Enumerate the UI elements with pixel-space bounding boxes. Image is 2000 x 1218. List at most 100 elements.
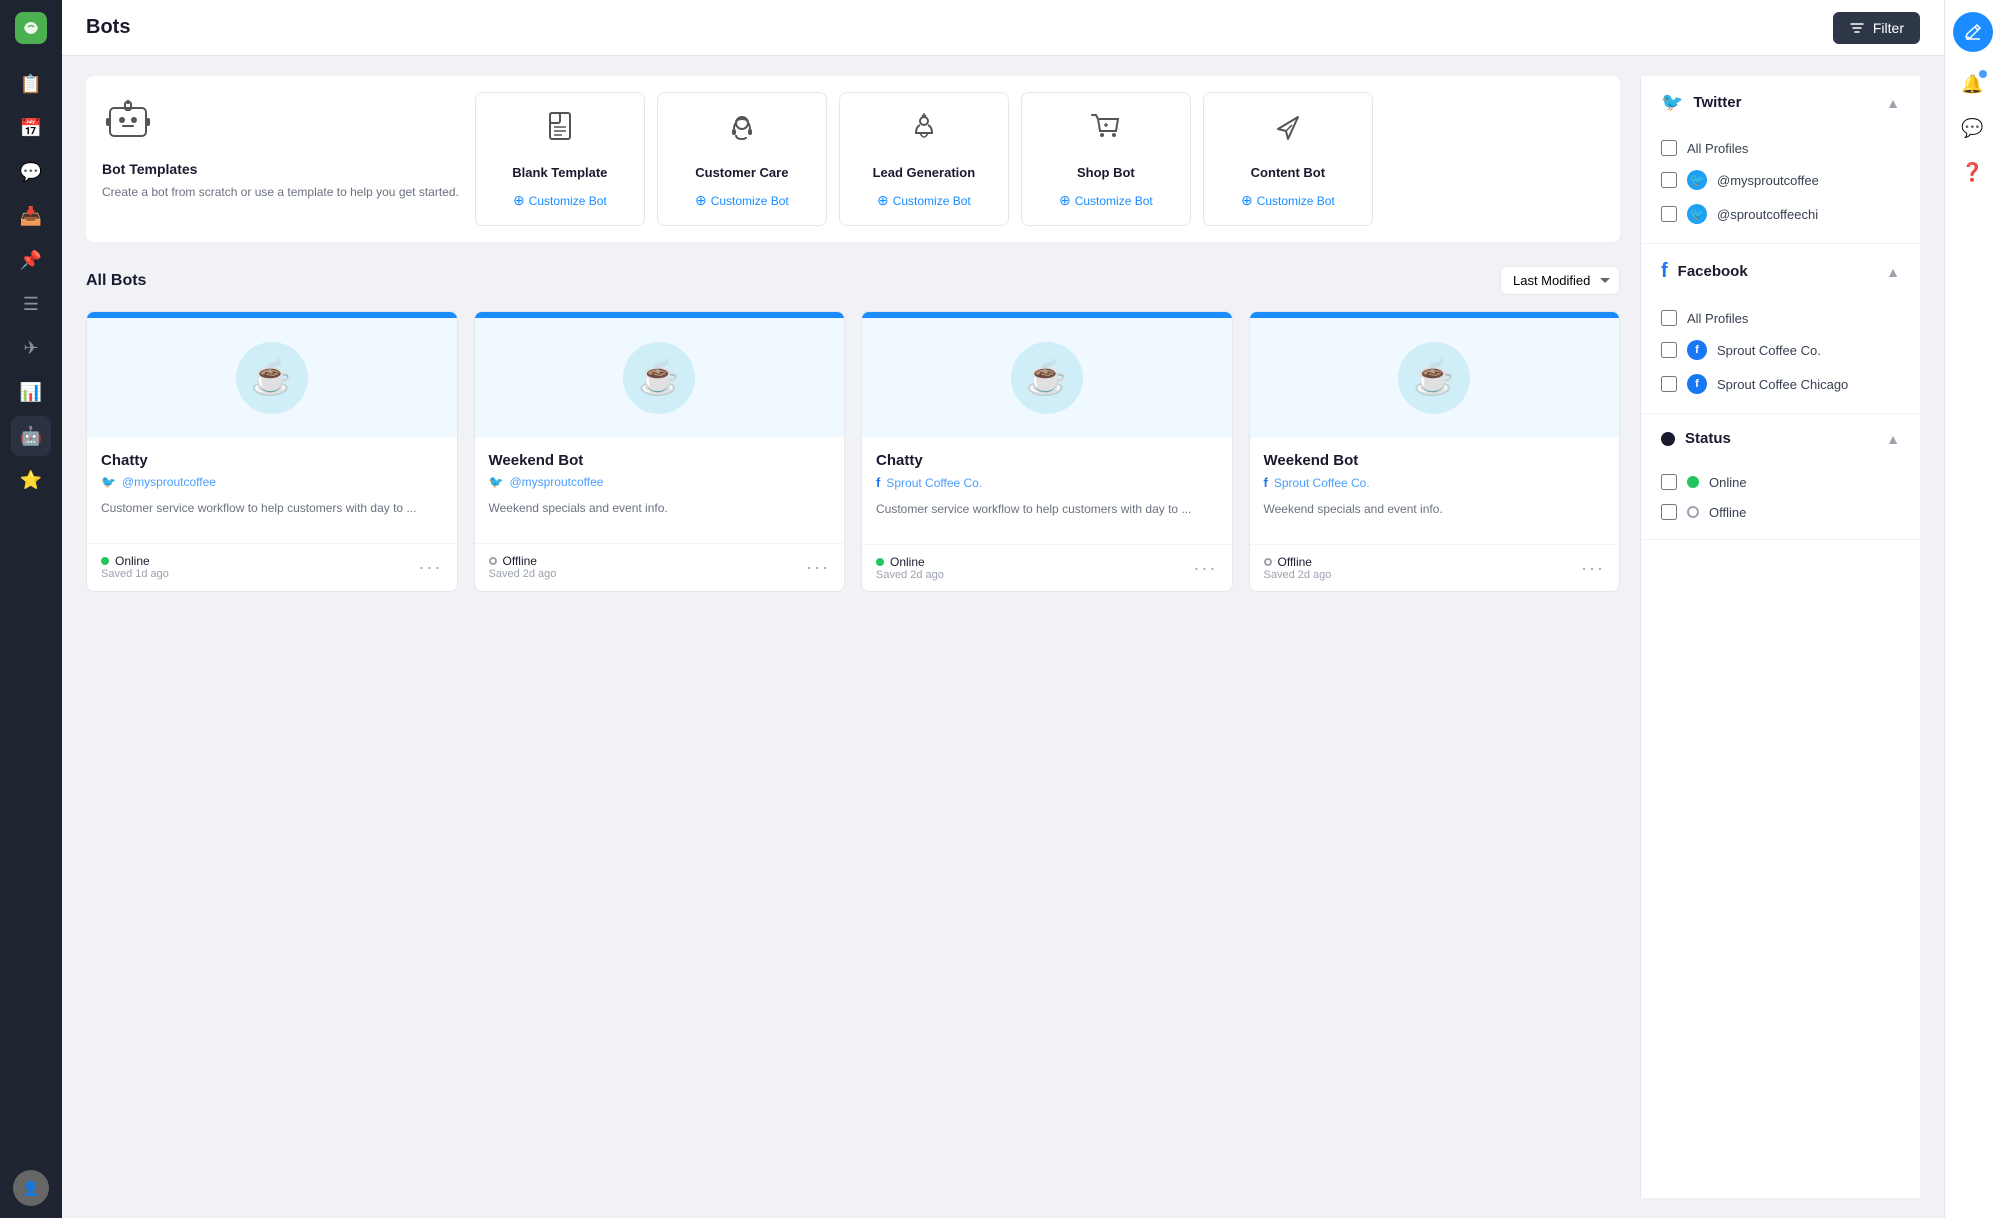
filter-facebook-all-checkbox[interactable] (1661, 310, 1677, 326)
bot-status: Offline (489, 554, 557, 568)
customer-care-customize-btn[interactable]: ⊕ Customize Bot (695, 192, 789, 209)
notification-badge (1979, 70, 1987, 78)
left-sidebar: 📋 📅 💬 📥 📌 ☰ ✈ 📊 🤖 ⭐ 👤 (0, 0, 62, 1218)
page-title: Bots (86, 16, 130, 39)
chevron-up-icon: ▲ (1886, 95, 1900, 111)
bot-card-body: Weekend Bot f Sprout Coffee Co. Weekend … (1250, 438, 1620, 544)
content-icon (1270, 109, 1306, 153)
templates-section: Bot Templates Create a bot from scratch … (86, 76, 1620, 242)
status-circle-icon (1661, 432, 1675, 446)
bot-saved-time: Saved 2d ago (876, 569, 944, 581)
template-lead-gen[interactable]: Lead Generation ⊕ Customize Bot (839, 92, 1009, 226)
nav-tasks[interactable]: 📋 (11, 64, 51, 104)
sort-select[interactable]: Last Modified Name Status Date Created (1500, 266, 1620, 295)
filter-status-offline-checkbox[interactable] (1661, 504, 1677, 520)
bots-grid: ☕ Chatty 🐦 @mysproutcoffee Customer serv… (86, 311, 1620, 592)
page-header: Bots Filter (62, 0, 1944, 56)
coffee-cup-icon: ☕ (1011, 342, 1083, 414)
shop-bot-customize-btn[interactable]: ⊕ Customize Bot (1059, 192, 1153, 209)
filter-twitter-header[interactable]: 🐦 Twitter ▲ (1641, 76, 1920, 129)
filter-twitter-items: All Profiles 🐦 @mysproutcoffee 🐦 @sprout… (1641, 129, 1920, 243)
twitter-bird-icon: 🐦 (1661, 92, 1683, 113)
filter-twitter-profile-2[interactable]: 🐦 @sproutcoffeechi (1661, 197, 1900, 231)
lead-gen-customize-btn[interactable]: ⊕ Customize Bot (877, 192, 971, 209)
nav-bots[interactable]: 🤖 (11, 416, 51, 456)
filter-twitter-profile-1[interactable]: 🐦 @mysproutcoffee (1661, 163, 1900, 197)
bot-templates-icon (102, 92, 459, 153)
twitter-icon: 🐦 (101, 475, 116, 489)
compose-button[interactable] (1953, 12, 1993, 52)
bot-card-body: Chatty 🐦 @mysproutcoffee Customer servic… (87, 438, 457, 543)
user-avatar[interactable]: 👤 (13, 1170, 49, 1206)
filter-twitter-all-checkbox[interactable] (1661, 140, 1677, 156)
lead-gen-name: Lead Generation (873, 165, 976, 180)
bot-card-image: ☕ (862, 318, 1232, 438)
template-shop-bot[interactable]: Shop Bot ⊕ Customize Bot (1021, 92, 1191, 226)
blank-template-name: Blank Template (512, 165, 607, 180)
filter-facebook-header[interactable]: f Facebook ▲ (1641, 244, 1920, 299)
filter-twitter-all[interactable]: All Profiles (1661, 133, 1900, 163)
notifications-button[interactable]: 🔔 (1953, 64, 1993, 104)
nav-messages[interactable]: 💬 (11, 152, 51, 192)
status-offline-dot (1264, 558, 1272, 566)
bot-menu-button[interactable]: ··· (419, 557, 443, 578)
lead-gen-icon (906, 109, 942, 153)
online-indicator-icon (1687, 476, 1699, 488)
bot-card-body: Weekend Bot 🐦 @mysproutcoffee Weekend sp… (475, 438, 845, 543)
bot-templates-desc: Create a bot from scratch or use a templ… (102, 183, 459, 201)
template-content[interactable]: Content Bot ⊕ Customize Bot (1203, 92, 1373, 226)
bot-card-image: ☕ (475, 318, 845, 438)
filter-facebook-section: f Facebook ▲ All Profiles f Sprout Coffe… (1641, 244, 1920, 414)
chat-button[interactable]: 💬 (1953, 108, 1993, 148)
twitter-icon: 🐦 (489, 475, 504, 489)
filter-button[interactable]: Filter (1833, 12, 1920, 44)
filter-facebook-profile-1-checkbox[interactable] (1661, 342, 1677, 358)
all-bots-section: All Bots Last Modified Name Status Date … (86, 266, 1620, 592)
filter-twitter-profile-2-checkbox[interactable] (1661, 206, 1677, 222)
logo[interactable] (15, 12, 47, 44)
nav-menu[interactable]: ☰ (11, 284, 51, 324)
template-blank[interactable]: Blank Template ⊕ Customize Bot (475, 92, 645, 226)
filter-status-header[interactable]: Status ▲ (1641, 414, 1920, 463)
filter-status-online[interactable]: Online (1661, 467, 1900, 497)
templates-scroll: Bot Templates Create a bot from scratch … (102, 92, 1604, 226)
filter-facebook-profile-2[interactable]: f Sprout Coffee Chicago (1661, 367, 1900, 401)
offline-indicator-icon (1687, 506, 1699, 518)
nav-calendar[interactable]: 📅 (11, 108, 51, 148)
bot-menu-button[interactable]: ··· (806, 557, 830, 578)
blank-customize-btn[interactable]: ⊕ Customize Bot (513, 192, 607, 209)
coffee-cup-icon: ☕ (623, 342, 695, 414)
shop-bot-icon (1088, 109, 1124, 153)
twitter-profile-icon: 🐦 (1687, 170, 1707, 190)
nav-pin[interactable]: 📌 (11, 240, 51, 280)
bot-description: Customer service workflow to help custom… (876, 500, 1218, 518)
nav-send[interactable]: ✈ (11, 328, 51, 368)
bot-description: Weekend specials and event info. (1264, 500, 1606, 518)
status-online-dot (876, 558, 884, 566)
bot-profile: 🐦 @mysproutcoffee (489, 475, 831, 489)
filter-facebook-all[interactable]: All Profiles (1661, 303, 1900, 333)
help-button[interactable]: ❓ (1953, 152, 1993, 192)
bot-menu-button[interactable]: ··· (1194, 558, 1218, 579)
main-panel: Bot Templates Create a bot from scratch … (86, 76, 1620, 1198)
bot-profile: 🐦 @mysproutcoffee (101, 475, 443, 489)
filter-facebook-profile-2-checkbox[interactable] (1661, 376, 1677, 392)
filter-status-title: Status (1661, 430, 1731, 447)
filter-status-online-checkbox[interactable] (1661, 474, 1677, 490)
nav-inbox[interactable]: 📥 (11, 196, 51, 236)
template-customer-care[interactable]: Customer Care ⊕ Customize Bot (657, 92, 827, 226)
nav-analytics[interactable]: 📊 (11, 372, 51, 412)
bots-section-header: All Bots Last Modified Name Status Date … (86, 266, 1620, 295)
filter-twitter-profile-1-checkbox[interactable] (1661, 172, 1677, 188)
bot-card-image: ☕ (87, 318, 457, 438)
content-customize-btn[interactable]: ⊕ Customize Bot (1241, 192, 1335, 209)
facebook-profile-icon: f (1687, 340, 1707, 360)
bot-profile: f Sprout Coffee Co. (1264, 475, 1606, 490)
bot-name: Chatty (876, 452, 1218, 469)
filter-facebook-profile-1[interactable]: f Sprout Coffee Co. (1661, 333, 1900, 367)
bot-menu-button[interactable]: ··· (1581, 558, 1605, 579)
nav-star[interactable]: ⭐ (11, 460, 51, 500)
status-online-dot (101, 557, 109, 565)
filter-status-offline[interactable]: Offline (1661, 497, 1900, 527)
bot-card-chatty-facebook: ☕ Chatty f Sprout Coffee Co. Customer se… (861, 311, 1233, 592)
